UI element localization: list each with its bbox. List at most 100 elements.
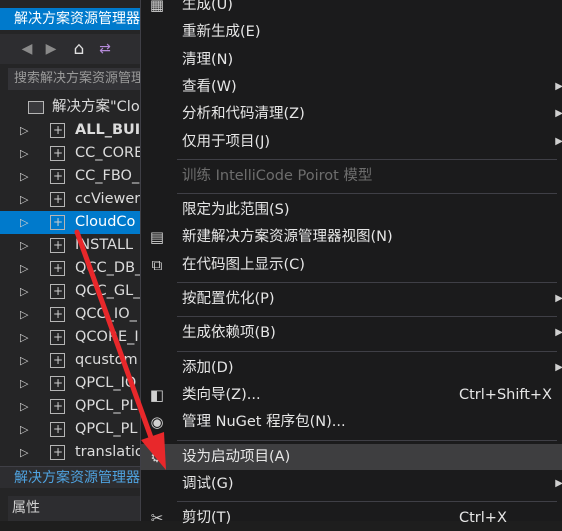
- menu-item[interactable]: ⚙ 设为启动项目(A): [141, 443, 562, 470]
- home-icon[interactable]: ⌂: [70, 40, 88, 58]
- menu-item[interactable]: 调试(G) ▶: [141, 471, 562, 497]
- explorer-title[interactable]: 解决方案资源管理器: [0, 8, 140, 30]
- tree-item[interactable]: ▷ QPCL_PL: [0, 418, 140, 441]
- expand-arrow-icon[interactable]: ▷: [20, 441, 32, 464]
- menu-item[interactable]: ◧ 类向导(Z)... Ctrl+Shift+X: [141, 382, 562, 408]
- tree-item-label: translatio: [75, 444, 140, 460]
- tree-item-label: ALL_BUI: [75, 122, 140, 138]
- expand-arrow-icon[interactable]: ▷: [20, 395, 32, 418]
- tree-item[interactable]: ▷ QCORE_I: [0, 326, 140, 349]
- tree-item[interactable]: ▷ CC_CORE: [0, 142, 140, 165]
- menu-item[interactable]: 生成依赖项(B) ▶: [141, 320, 562, 346]
- tree-item[interactable]: ▷ ccViewer: [0, 188, 140, 211]
- project-icon: [50, 303, 65, 326]
- submenu-arrow-icon: ▶: [555, 361, 562, 373]
- expand-arrow-icon[interactable]: ▷: [20, 211, 32, 234]
- menu-item[interactable]: 添加(D) ▶: [141, 355, 562, 381]
- expand-arrow-icon[interactable]: ▷: [20, 119, 32, 142]
- tree-item[interactable]: ▷ translatio: [0, 441, 140, 464]
- expand-arrow-icon[interactable]: ▷: [20, 234, 32, 257]
- menu-item[interactable]: 分析和代码清理(Z) ▶: [141, 101, 562, 127]
- menu-item-label: 剪切(T): [182, 510, 232, 527]
- project-icon: [50, 188, 65, 211]
- menu-item-label: 类向导(Z)...: [182, 386, 261, 403]
- menu-item[interactable]: 清理(N): [141, 47, 562, 73]
- tree-item-label: ccViewer: [75, 191, 140, 207]
- expand-arrow-icon[interactable]: ▷: [20, 349, 32, 372]
- tree-item[interactable]: ▷ INSTALL: [0, 234, 140, 257]
- tree-item-label: INSTALL: [75, 237, 134, 253]
- properties-tab[interactable]: 属性: [8, 496, 140, 521]
- tree-item[interactable]: ▷ ALL_BUI: [0, 119, 140, 142]
- expand-arrow-icon[interactable]: ▷: [20, 257, 32, 280]
- menu-item-label: 分析和代码清理(Z): [182, 106, 305, 123]
- tree-item[interactable]: ▷ qcustom: [0, 349, 140, 372]
- solution-root-label: 解决方案"Clo: [52, 99, 140, 115]
- menu-separator: [177, 439, 557, 441]
- tree-item-label: QCC_GL_: [75, 283, 140, 299]
- menu-item-shortcut: Ctrl+Shift+X: [459, 386, 552, 403]
- menu-item-label: 按配置优化(P): [182, 291, 275, 307]
- expand-arrow-icon[interactable]: ▷: [20, 326, 32, 349]
- tree-item[interactable]: ▷ QCC_IO_: [0, 303, 140, 326]
- class-wizard-icon: ◧: [149, 385, 165, 404]
- tree-item-label: QPCL_PL: [75, 421, 138, 437]
- sync-icon[interactable]: ⇄: [96, 40, 114, 58]
- submenu-arrow-icon: ▶: [555, 108, 562, 120]
- context-menu: ▦ 生成(U) 重新生成(E) 清理(N) 查看(W) ▶ 分析和代码清理(Z) ▶ 仅用于项目…: [140, 0, 562, 527]
- menu-item[interactable]: ✂ 剪切(T) Ctrl+X: [141, 505, 562, 531]
- project-icon: [50, 257, 65, 280]
- submenu-arrow-icon: ▶: [555, 327, 562, 339]
- menu-item-label: 添加(D): [182, 359, 234, 376]
- menu-item-label: 清理(N): [182, 51, 234, 68]
- project-icon: [50, 349, 65, 372]
- tree-item[interactable]: ▷ QCC_GL_: [0, 280, 140, 303]
- expand-arrow-icon[interactable]: ▷: [20, 303, 32, 326]
- tree-item-label: QCC_DB_: [75, 260, 140, 276]
- menu-item[interactable]: 限定为此范围(S): [141, 197, 562, 223]
- menu-item-label: 查看(W): [182, 78, 237, 95]
- expand-arrow-icon[interactable]: ▷: [20, 280, 32, 303]
- explorer-bottom-tab[interactable]: 解决方案资源管理器: [0, 466, 140, 488]
- explorer-search-input[interactable]: 搜索解决方案资源管理: [8, 68, 140, 90]
- menu-item-label: 在代码图上显示(C): [182, 256, 305, 273]
- tree-item-label: CloudCo: [75, 214, 136, 230]
- menu-item[interactable]: 查看(W) ▶: [141, 74, 562, 100]
- menu-item-label: 重新生成(E): [182, 24, 261, 41]
- submenu-arrow-icon: ▶: [555, 80, 562, 92]
- menu-item[interactable]: ⧉ 在代码图上显示(C): [141, 252, 562, 278]
- tree-item[interactable]: ▷ CloudCo: [0, 211, 140, 234]
- menu-separator: [177, 282, 557, 283]
- tree-item[interactable]: ▷ QPCL_PL: [0, 395, 140, 418]
- expand-arrow-icon[interactable]: ▷: [20, 142, 32, 165]
- menu-item[interactable]: ◉ 管理 NuGet 程序包(N)...: [141, 409, 562, 435]
- scissors-icon: ✂: [150, 509, 164, 528]
- project-icon: [50, 211, 65, 234]
- submenu-arrow-icon: ▶: [555, 293, 562, 304]
- menu-item-label: 仅用于项目(J): [182, 133, 271, 150]
- menu-item-label: 生成依赖项(B): [182, 325, 276, 342]
- menu-item[interactable]: 重新生成(E): [141, 19, 562, 45]
- menu-item-label: 生成(U): [182, 0, 233, 13]
- back-icon[interactable]: ◀: [18, 40, 36, 58]
- menu-item[interactable]: ▤ 新建解决方案资源管理器视图(N): [141, 224, 562, 250]
- menu-item[interactable]: ▦ 生成(U): [141, 0, 562, 18]
- submenu-arrow-icon: ▶: [555, 135, 562, 147]
- solution-explorer-panel: 解决方案资源管理器 ◀ ▶ ⌂ ⇄ 搜索解决方案资源管理 解决方案"Clo ▷ A…: [0, 0, 140, 521]
- menu-item[interactable]: 按配置优化(P) ▶: [141, 286, 562, 312]
- menu-item[interactable]: 仅用于项目(J) ▶: [141, 129, 562, 155]
- menu-separator: [177, 316, 557, 318]
- tree-item[interactable]: ▷ QPCL_IO: [0, 372, 140, 395]
- tree-item-label: QCC_IO_: [75, 306, 137, 322]
- expand-arrow-icon[interactable]: ▷: [20, 372, 32, 395]
- expand-arrow-icon[interactable]: ▷: [20, 418, 32, 441]
- project-icon: [50, 395, 65, 418]
- menu-separator: [177, 501, 557, 503]
- expand-arrow-icon[interactable]: ▷: [20, 165, 32, 188]
- expand-arrow-icon[interactable]: ▷: [20, 188, 32, 211]
- forward-icon[interactable]: ▶: [42, 40, 60, 58]
- tree-item[interactable]: ▷ CC_FBO_: [0, 165, 140, 188]
- solution-root[interactable]: 解决方案"Clo: [0, 96, 140, 119]
- build-icon: ▦: [149, 0, 165, 14]
- tree-item[interactable]: ▷ QCC_DB_: [0, 257, 140, 280]
